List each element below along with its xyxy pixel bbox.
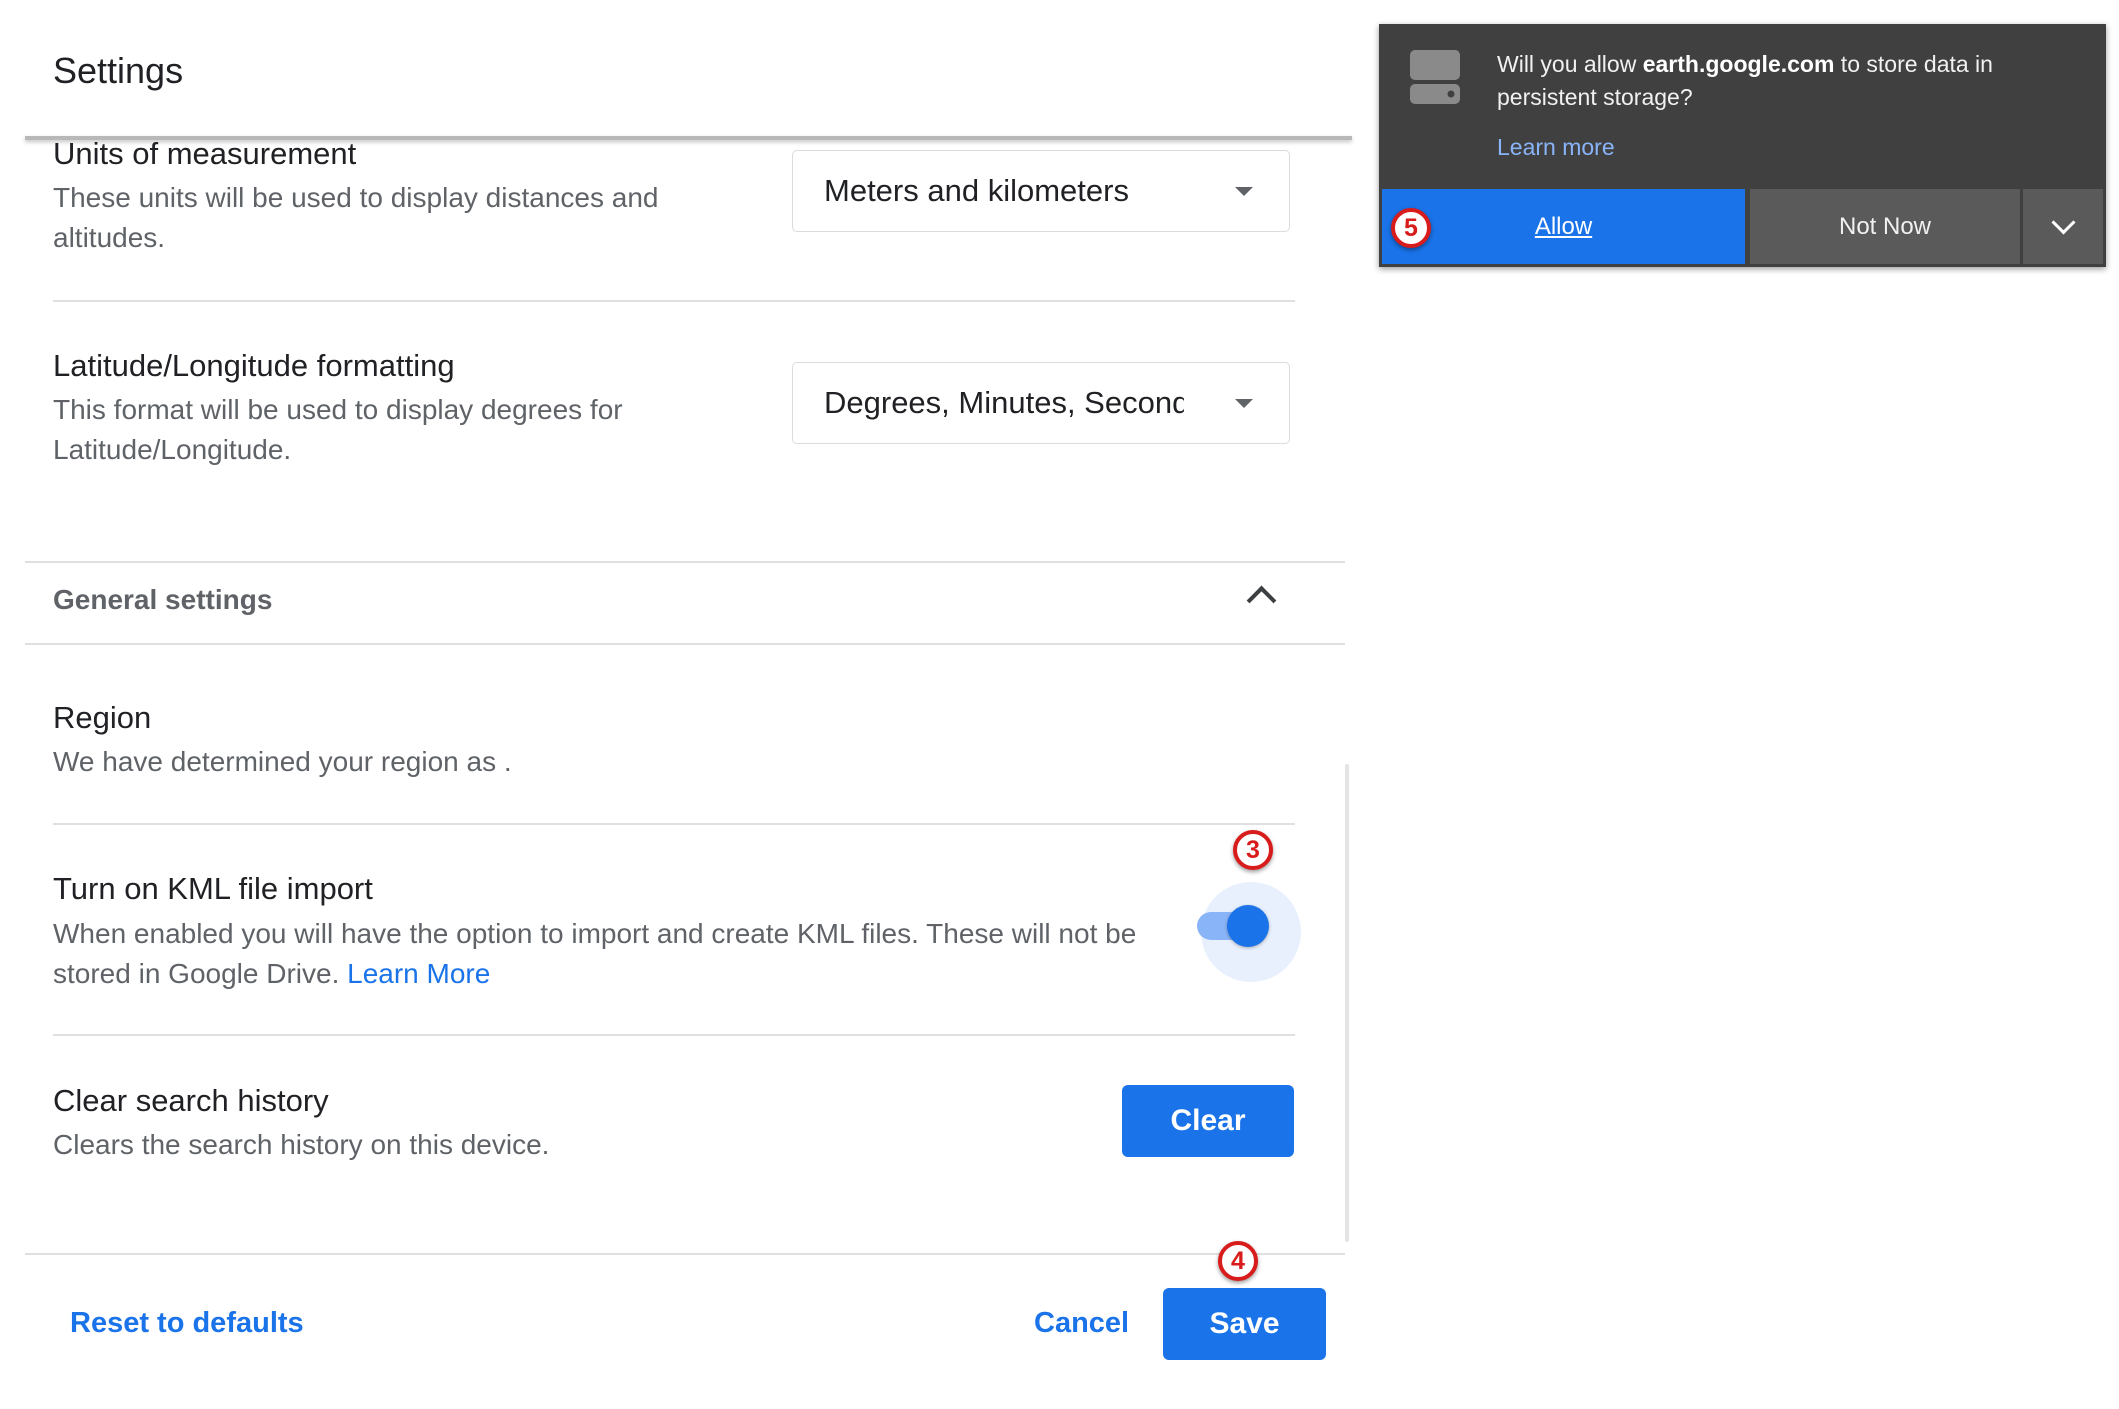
latlng-select[interactable]: Degrees, Minutes, Seconds [792,362,1290,444]
storage-drive-icon [1410,50,1460,104]
step-badge-3: 3 [1233,830,1273,870]
region-title: Region [53,700,152,735]
not-now-button[interactable]: Not Now [1750,189,2020,264]
units-title: Units of measurement [53,136,357,171]
step-badge-5: 5 [1391,208,1431,248]
reset-defaults-button[interactable]: Reset to defaults [70,1307,304,1340]
page-title: Settings [53,50,184,91]
caret-down-icon [1235,399,1253,408]
units-description: These units will be used to display dist… [53,182,659,253]
permission-domain: earth.google.com [1642,51,1835,77]
kml-title: Turn on KML file import [53,871,373,906]
clear-history-button[interactable]: Clear [1122,1085,1294,1157]
allow-button-label: Allow [1534,212,1593,240]
divider [53,300,1295,302]
save-button[interactable]: Save [1163,1288,1326,1360]
units-select[interactable]: Meters and kilometers [792,150,1290,232]
kml-description-text: When enabled you will have the option to… [53,918,1137,989]
region-description: We have determined your region as . [53,746,512,777]
divider [53,823,1295,825]
step-badge-4: 4 [1218,1241,1258,1281]
permission-message: Will you allow earth.google.com to store… [1497,48,2057,114]
chevron-up-icon[interactable] [1246,585,1277,616]
allow-button[interactable]: Allow [1382,189,1745,264]
permission-text-prefix: Will you allow [1497,51,1643,77]
units-select-value: Meters and kilometers [824,173,1129,208]
cancel-button[interactable]: Cancel [1034,1307,1129,1340]
kml-learn-more-link[interactable]: Learn More [347,958,490,989]
latlng-select-value: Degrees, Minutes, Seconds [824,385,1184,420]
kml-toggle-knob[interactable] [1227,905,1269,947]
caret-down-icon [1235,187,1253,196]
search-history-description: Clears the search history on this device… [53,1129,550,1160]
footer-divider [25,1253,1345,1255]
general-settings-header[interactable]: General settings [53,584,272,616]
storage-permission-popup: Will you allow earth.google.com to store… [1379,24,2106,267]
section-divider-top [25,561,1345,563]
not-now-label: Not Now [1838,212,1932,240]
latlng-description: This format will be used to display degr… [53,394,623,465]
latlng-title: Latitude/Longitude formatting [53,348,455,383]
divider [53,1034,1295,1036]
kml-description: When enabled you will have the option to… [53,914,1163,994]
section-divider-bottom [25,643,1345,645]
scrollbar[interactable] [1345,764,1349,1242]
chevron-down-icon [2050,210,2076,235]
popup-learn-more-link[interactable]: Learn more [1497,134,1615,161]
more-options-button[interactable] [2023,189,2103,264]
search-history-title: Clear search history [53,1083,329,1118]
